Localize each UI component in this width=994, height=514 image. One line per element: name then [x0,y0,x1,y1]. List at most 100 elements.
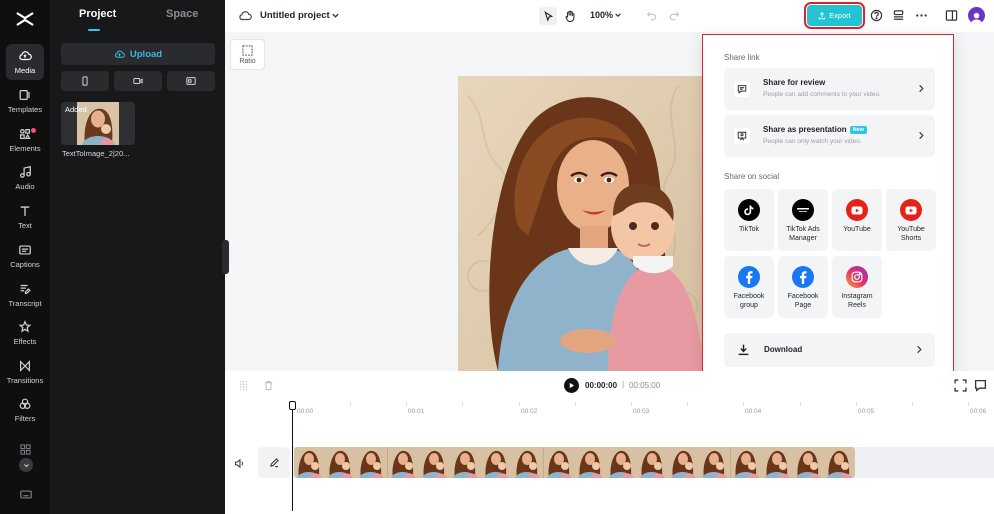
download-button[interactable]: Download [724,333,935,367]
help-icon[interactable] [870,9,883,22]
rail-item-audio[interactable]: Audio [6,160,44,196]
layers-icon[interactable] [892,9,905,22]
social-name: YouTube Shorts [897,226,925,242]
video-clip[interactable] [294,447,855,478]
share-tiktok-button[interactable]: TikTok [724,189,774,251]
record-source-button[interactable] [114,71,162,91]
clip-frame [730,447,762,478]
rail-label: Elements [9,144,41,153]
ruler-label: 00:01 [408,408,425,415]
expand-rail-button[interactable] [19,458,33,472]
ruler-tick [912,403,913,406]
ruler-tick [406,403,407,406]
select-tool-button[interactable] [539,7,557,25]
export-button[interactable]: Export [804,2,865,29]
tiktok-icon [738,199,760,221]
transcript-icon [20,284,31,294]
ruler-label: 00:05 [858,408,875,415]
clip-frame [449,447,481,478]
rail-item-filters[interactable]: Filters [6,392,44,428]
rail-item-elements[interactable]: Elements [6,122,44,158]
delete-icon[interactable] [263,380,274,391]
ruler-tick [575,403,576,406]
clip-frame [761,447,793,478]
rail-item-transitions[interactable]: Transitions [6,354,44,390]
share-as-presentation-button[interactable]: Share as presentation New People can only… [724,115,935,157]
share-youtube-shorts-button[interactable]: YouTube Shorts [886,189,936,251]
share-presentation-title: Share as presentation New [763,125,867,134]
media-item-name: TextToImage_2|20... [62,149,130,158]
more-grid-icon[interactable] [20,444,31,455]
edit-cover-button[interactable] [258,447,290,478]
media-icon [19,51,32,61]
ruler-tick [687,403,688,406]
screen-source-button[interactable] [167,71,215,91]
redo-icon[interactable] [669,10,680,21]
share-facebook-group-button[interactable]: Facebook group [724,256,774,318]
download-icon [738,344,749,356]
ratio-button[interactable]: Ratio [230,39,265,70]
panel-collapse-handle[interactable] [222,240,229,274]
ruler-tick [800,403,801,406]
share-youtube-button[interactable]: YouTube [832,189,882,251]
media-thumbnail[interactable]: Added [61,102,135,145]
play-button[interactable] [564,378,579,393]
presentation-icon [734,128,750,144]
chevron-down-icon[interactable] [331,11,340,20]
video-preview[interactable] [458,76,704,371]
chevron-down-icon[interactable] [614,11,622,19]
user-avatar[interactable] [968,7,985,24]
chevron-right-icon [917,345,922,354]
share-facebook-page-button[interactable]: Facebook Page [778,256,828,318]
volume-icon[interactable] [234,458,245,469]
chevron-right-icon [919,131,924,140]
rail-label: Text [18,221,32,230]
zoom-level[interactable]: 100% [590,10,613,20]
rail-item-captions[interactable]: Captions [6,238,44,274]
share-instagram-reels-button[interactable]: Instagram Reels [832,256,882,318]
share-social-heading: Share on social [724,172,780,181]
clip-frame [356,447,388,478]
ruler-tick [968,403,969,406]
rail-item-effects[interactable]: Effects [6,315,44,351]
cloud-icon[interactable] [238,9,252,23]
tab-underline [88,29,100,31]
keyboard-icon[interactable] [20,489,32,500]
social-name: Instagram Reels [841,293,873,309]
fullscreen-icon[interactable] [954,379,967,392]
rail-item-transcript[interactable]: Transcript [6,277,44,313]
hand-tool-button[interactable] [561,7,579,25]
ruler-tick [462,403,463,406]
clip-frame [574,447,606,478]
media-panel: Project Space Upload Added TextToImage_2… [50,0,225,514]
share-tiktok-ads-button[interactable]: TikTok Ads Manager [778,189,828,251]
split-icon[interactable] [238,380,249,391]
effects-icon [18,320,32,333]
panel-toggle-icon[interactable] [945,9,958,22]
upload-button[interactable]: Upload [61,43,215,65]
rail-item-text[interactable]: Text [6,199,44,235]
captions-icon [19,245,31,255]
comment-icon[interactable] [974,379,987,392]
capcut-logo [16,12,34,26]
tab-project[interactable]: Project [79,8,116,20]
share-link-heading: Share link [724,53,760,62]
rail-item-media[interactable]: Media [6,44,44,80]
more-options-icon[interactable] [915,9,928,22]
play-icon [569,382,575,389]
rail-item-templates[interactable]: Templates [6,83,44,119]
phone-source-button[interactable] [61,71,109,91]
time-separator: | [622,380,625,389]
undo-icon[interactable] [646,10,657,21]
playhead-line[interactable] [292,401,293,511]
ruler-label: 00:03 [633,408,650,415]
social-name: YouTube [843,226,871,233]
clip-frame [294,447,325,478]
user-icon [970,12,983,24]
playhead-handle[interactable] [289,401,296,410]
tab-space[interactable]: Space [166,8,198,20]
project-title[interactable]: Untitled project [260,10,330,21]
clip-frame [387,447,419,478]
instagram-icon [846,266,868,288]
share-for-review-button[interactable]: Share for review People can add comments… [724,68,935,110]
